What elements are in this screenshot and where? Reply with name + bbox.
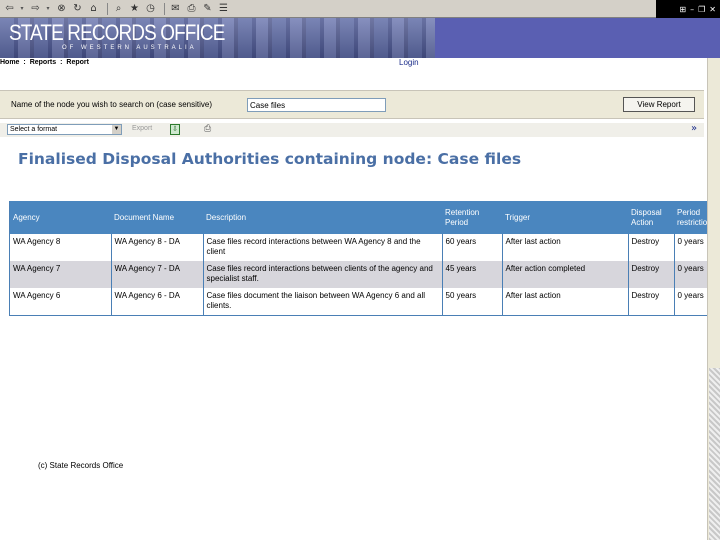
breadcrumb-home[interactable]: Home — [0, 59, 19, 66]
cell-trigger: After last action — [501, 288, 628, 315]
column-header-agency[interactable]: Agency — [10, 201, 111, 234]
report-table: Agency Document Name Description Retenti… — [10, 201, 720, 315]
cell-disposal-action: Destroy — [627, 234, 674, 261]
site-logo-title[interactable]: STATE RECORDS OFFICE — [9, 20, 225, 46]
cell-document-name: WA Agency 6 - DA — [110, 288, 203, 315]
search-label: Name of the node you wish to search on (… — [11, 100, 212, 109]
cell-document-name: WA Agency 8 - DA — [110, 234, 203, 261]
favorites-icon[interactable]: ★ — [128, 2, 141, 15]
toolbar-separator — [164, 2, 165, 15]
column-header-description[interactable]: Description — [203, 201, 442, 234]
forward-icon[interactable]: ⇨ — [29, 2, 42, 15]
restore-icon[interactable]: ❐ — [698, 5, 705, 14]
site-banner: STATE RECORDS OFFICE OF WESTERN AUSTRALI… — [0, 18, 720, 58]
breadcrumb-reports[interactable]: Reports — [30, 59, 56, 66]
discuss-icon[interactable]: ☰ — [217, 2, 230, 15]
collapse-chevron-icon[interactable]: » — [691, 123, 697, 134]
windows-logo-icon: ⊞ — [679, 4, 687, 14]
column-header-document-name[interactable]: Document Name — [111, 201, 203, 234]
cell-disposal-action: Destroy — [627, 261, 674, 288]
search-icon[interactable]: ⌕ — [112, 2, 125, 15]
column-header-retention-period[interactable]: Retention Period — [442, 201, 502, 234]
refresh-icon[interactable]: ↻ — [71, 2, 84, 15]
breadcrumb: Home : Reports : Report — [0, 59, 91, 66]
cell-document-name: WA Agency 7 - DA — [110, 261, 203, 288]
export-format-value: Select a format — [10, 126, 58, 133]
table-header-row: Agency Document Name Description Retenti… — [10, 201, 720, 234]
chevron-down-icon[interactable]: ▼ — [112, 125, 121, 134]
view-report-button[interactable]: View Report — [623, 97, 695, 112]
cell-description: Case files record interactions between c… — [202, 261, 442, 288]
breadcrumb-report: Report — [66, 59, 89, 66]
cell-disposal-action: Destroy — [627, 288, 674, 315]
table-row: WA Agency 6 WA Agency 6 - DA Case files … — [10, 288, 720, 315]
window-controls: ⊞ – ❐ ✕ — [656, 0, 720, 18]
cell-retention-period: 50 years — [441, 288, 502, 315]
table-row: WA Agency 7 WA Agency 7 - DA Case files … — [10, 261, 720, 288]
cell-retention-period: 45 years — [441, 261, 502, 288]
toolbar-separator — [107, 2, 108, 15]
browser-toolbar: ⇦ ▾ ⇨ ▾ ⊗ ↻ ⌂ ⌕ ★ ◷ ✉ ⎙ ✎ ☰ ⊞ – ❐ ✕ — [0, 0, 720, 18]
history-icon[interactable]: ◷ — [144, 2, 157, 15]
printer-icon[interactable]: ⎙ — [204, 124, 215, 135]
table-row: WA Agency 8 WA Agency 8 - DA Case files … — [10, 234, 720, 261]
report-table-container: Agency Document Name Description Retenti… — [9, 201, 720, 316]
home-icon[interactable]: ⌂ — [87, 2, 100, 15]
cell-trigger: After last action — [501, 234, 628, 261]
cell-agency: WA Agency 8 — [10, 234, 111, 261]
cell-trigger: After action completed — [501, 261, 628, 288]
cell-agency: WA Agency 6 — [10, 288, 111, 315]
edit-icon[interactable]: ✎ — [201, 2, 214, 15]
scrollbar-thumb[interactable] — [709, 368, 720, 540]
export-toolbar: Select a format ▼ Export ⇩ ⎙ » — [0, 123, 704, 137]
node-search-input[interactable] — [247, 98, 386, 112]
search-panel: Name of the node you wish to search on (… — [0, 90, 704, 119]
export-format-select[interactable]: Select a format ▼ — [7, 124, 122, 135]
close-icon[interactable]: ✕ — [709, 5, 716, 14]
forward-dropdown-icon[interactable]: ▾ — [45, 5, 51, 12]
copyright-footer: (c) State Records Office — [38, 461, 124, 470]
back-dropdown-icon[interactable]: ▾ — [19, 5, 25, 12]
column-header-trigger[interactable]: Trigger — [502, 201, 628, 234]
cell-agency: WA Agency 7 — [10, 261, 111, 288]
cell-retention-period: 60 years — [441, 234, 502, 261]
back-icon[interactable]: ⇦ — [3, 2, 16, 15]
login-link[interactable]: Login — [399, 58, 419, 67]
export-document-icon[interactable]: ⇩ — [170, 124, 180, 135]
mail-icon[interactable]: ✉ — [169, 2, 182, 15]
minimize-icon[interactable]: – — [690, 5, 694, 14]
print-icon[interactable]: ⎙ — [185, 2, 198, 15]
breadcrumb-separator: : — [60, 59, 63, 66]
vertical-scrollbar[interactable] — [707, 58, 720, 540]
export-link[interactable]: Export — [132, 125, 152, 132]
report-title: Finalised Disposal Authorities containin… — [18, 150, 522, 168]
column-header-disposal-action[interactable]: Disposal Action — [628, 201, 674, 234]
site-logo-subtitle: OF WESTERN AUSTRALIA — [62, 45, 197, 51]
stop-icon[interactable]: ⊗ — [55, 2, 68, 15]
cell-description: Case files document the liaison between … — [202, 288, 442, 315]
cell-description: Case files record interactions between W… — [202, 234, 442, 261]
breadcrumb-separator: : — [23, 59, 26, 66]
